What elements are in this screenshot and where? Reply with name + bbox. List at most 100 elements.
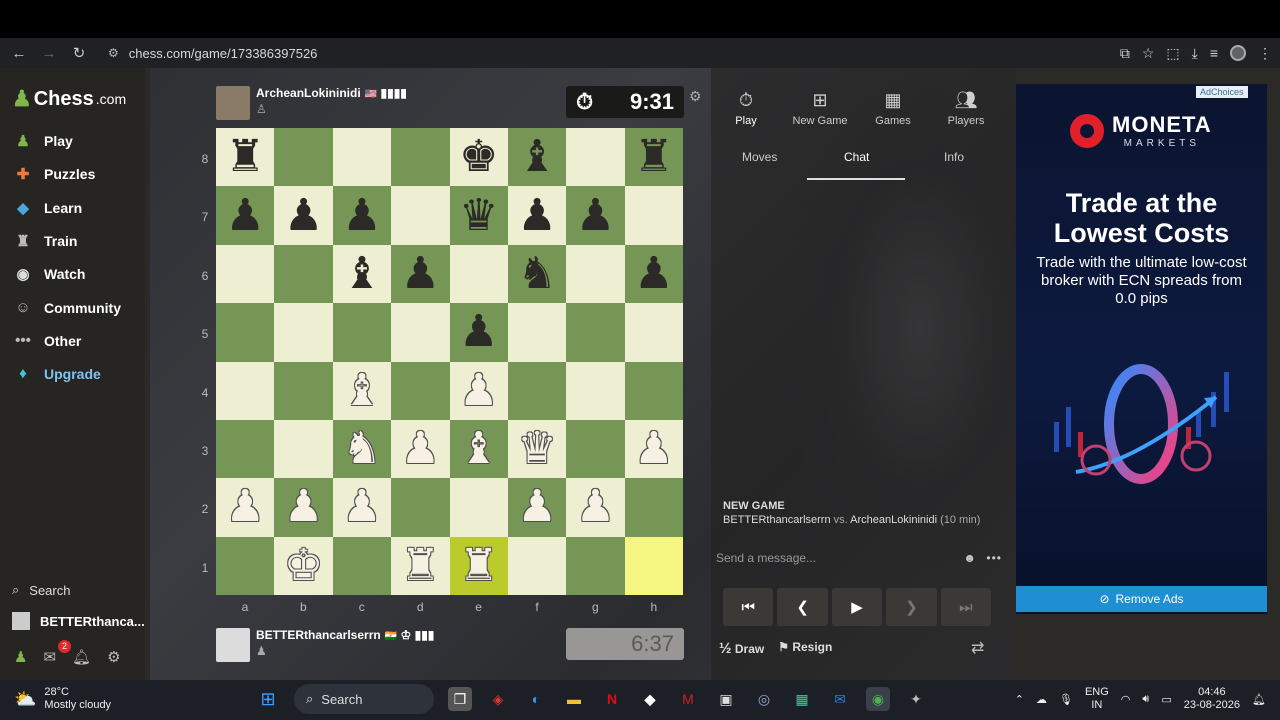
white-pawn-icon[interactable]: ♟: [576, 485, 615, 529]
square-f7[interactable]: ♟: [507, 186, 567, 245]
black-queen-icon[interactable]: ♛: [459, 193, 498, 238]
chess-logo[interactable]: ♟ Chess .com: [12, 86, 126, 112]
square-g4[interactable]: [566, 361, 625, 420]
black-player-name[interactable]: ArcheanLokininidi: [850, 514, 937, 526]
square-d6[interactable]: ♟: [391, 244, 450, 304]
square-h1[interactable]: [624, 536, 683, 595]
first-move-button[interactable]: ⏮: [723, 588, 774, 626]
black-pawn-icon[interactable]: ♟: [517, 193, 556, 238]
settings-gear-icon[interactable]: ⚙: [107, 648, 120, 666]
square-b6[interactable]: [274, 244, 333, 304]
tab-play[interactable]: ⏱ Play: [711, 90, 781, 127]
subtab-moves[interactable]: Moves: [742, 150, 777, 164]
reading-list-icon[interactable]: ≡: [1210, 45, 1218, 61]
previous-move-button[interactable]: ❮: [777, 588, 828, 626]
black-pawn-icon[interactable]: ♟: [576, 193, 615, 238]
top-player-avatar[interactable]: [216, 86, 250, 120]
adchoices-label[interactable]: AdChoices: [1196, 86, 1248, 98]
address-bar[interactable]: ⚙ chess.com/game/173386397526: [102, 41, 1102, 65]
white-queen-icon[interactable]: ♛: [517, 427, 556, 471]
sidebar-item-upgrade[interactable]: ♦ Upgrade: [12, 365, 101, 382]
account-link[interactable]: BETTERthanca...: [12, 612, 145, 630]
square-e7[interactable]: ♛: [449, 186, 508, 245]
square-e6[interactable]: [449, 244, 508, 304]
sidebar-item-play[interactable]: ♟ Play: [12, 132, 73, 150]
friends-icon[interactable]: ♟: [14, 648, 27, 666]
square-b7[interactable]: ♟: [274, 186, 333, 245]
language-indicator[interactable]: ENG IN: [1085, 686, 1109, 712]
square-b8[interactable]: [274, 128, 333, 187]
black-knight-icon[interactable]: ♞: [517, 251, 556, 296]
square-b2[interactable]: ♟: [274, 478, 333, 537]
white-pawn-icon[interactable]: ♟: [284, 485, 323, 529]
wifi-icon[interactable]: ◠: [1121, 693, 1131, 706]
square-f8[interactable]: ♝: [507, 128, 567, 187]
battery-icon[interactable]: ▭: [1161, 693, 1171, 706]
square-h3[interactable]: ♟: [624, 419, 683, 479]
white-bishop-icon[interactable]: ♝: [459, 427, 498, 471]
chrome-icon[interactable]: ◉: [866, 687, 890, 711]
black-pawn-icon[interactable]: ♟: [634, 251, 673, 296]
square-c7[interactable]: ♟: [332, 186, 392, 245]
square-h7[interactable]: [624, 186, 683, 245]
white-rook-icon[interactable]: ♜: [459, 543, 498, 588]
square-g8[interactable]: [566, 128, 625, 187]
last-move-button[interactable]: ⏭: [940, 588, 992, 626]
square-f2[interactable]: ♟: [507, 478, 567, 537]
back-button[interactable]: ←: [4, 38, 34, 68]
bookmark-star-icon[interactable]: ☆: [1142, 45, 1155, 62]
store-icon[interactable]: ▣: [714, 687, 738, 711]
square-a6[interactable]: [216, 244, 275, 304]
square-f6[interactable]: ♞: [507, 244, 567, 304]
chess-board[interactable]: ♜ ♚ ♝ ♜ ♟ ♟ ♟ ♛ ♟ ♟ ♝ ♟ ♞ ♟ ♟ ♝ ♟ ♞ ♟ ♝ ♛ ♟ ♟ ♟ ♟ ♟ ♟ ♚ ♜ ♜: [216, 128, 683, 595]
square-d5[interactable]: [391, 303, 450, 362]
play-button[interactable]: ▶: [831, 588, 883, 626]
netflix-icon[interactable]: N: [600, 687, 624, 711]
square-d7[interactable]: [391, 186, 450, 245]
microphone-icon[interactable]: 🎙︎: [1059, 693, 1073, 706]
white-rook-icon[interactable]: ♜: [401, 543, 440, 588]
square-h4[interactable]: [624, 361, 683, 420]
square-e3[interactable]: ♝: [449, 419, 508, 479]
square-f3[interactable]: ♛: [507, 419, 567, 479]
tab-players[interactable]: 👥︎ Players: [931, 90, 1001, 127]
reload-button[interactable]: ↻: [64, 38, 94, 68]
remove-ads-button[interactable]: ⊘ Remove Ads: [1016, 586, 1267, 612]
square-a8[interactable]: ♜: [216, 128, 275, 187]
flip-board-icon[interactable]: ⇄: [971, 638, 984, 658]
square-h5[interactable]: [624, 303, 683, 362]
bottom-player-avatar[interactable]: [216, 628, 250, 662]
chevron-up-icon[interactable]: ⌃: [1015, 693, 1024, 706]
app-icon-notify[interactable]: ✦: [904, 687, 928, 711]
square-g2[interactable]: ♟: [566, 478, 625, 537]
black-pawn-icon[interactable]: ♟: [459, 310, 498, 354]
black-rook-icon[interactable]: ♜: [225, 135, 264, 179]
volume-icon[interactable]: 🔊︎: [1142, 693, 1149, 706]
file-explorer-icon[interactable]: ▬: [562, 687, 586, 711]
black-pawn-icon[interactable]: ♟: [284, 193, 323, 238]
sidebar-item-community[interactable]: ☺ Community: [12, 299, 121, 316]
square-d8[interactable]: [391, 128, 450, 187]
site-info-icon[interactable]: ⚙: [108, 46, 119, 60]
top-player-name[interactable]: ArcheanLokininidi: [256, 86, 361, 100]
black-bishop-icon[interactable]: ♝: [342, 251, 381, 296]
black-pawn-icon[interactable]: ♟: [225, 193, 264, 238]
square-e8[interactable]: ♚: [449, 128, 508, 187]
white-pawn-icon[interactable]: ♟: [634, 427, 673, 471]
resign-button[interactable]: ⚑ Resign: [778, 640, 832, 657]
square-b4[interactable]: [274, 361, 333, 420]
square-b3[interactable]: [274, 419, 333, 479]
edge-browser-icon[interactable]: ◐: [524, 687, 548, 711]
install-icon[interactable]: ⧉: [1120, 45, 1130, 62]
square-g5[interactable]: [566, 303, 625, 362]
white-king-icon[interactable]: ♚: [284, 543, 323, 588]
black-king-icon[interactable]: ♚: [459, 135, 498, 179]
sidebar-search[interactable]: ⌕ Search: [12, 582, 70, 598]
square-g1[interactable]: [566, 536, 625, 595]
tab-new-game[interactable]: ⊞ New Game: [785, 90, 855, 127]
square-a7[interactable]: ♟: [216, 186, 275, 245]
square-b5[interactable]: [274, 303, 333, 362]
tidal-icon[interactable]: ◆: [638, 687, 662, 711]
square-a5[interactable]: [216, 303, 275, 362]
forward-button[interactable]: →: [34, 38, 64, 68]
